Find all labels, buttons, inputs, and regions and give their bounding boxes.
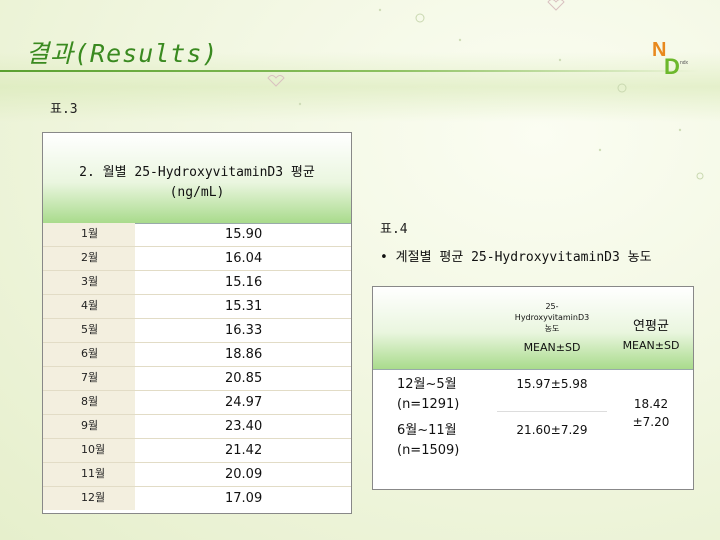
page-title: 결과(Results): [26, 39, 219, 68]
value-cell: 15.90: [225, 227, 263, 242]
table-row: 12월 17.09: [43, 487, 351, 511]
month-cell: 3월: [43, 271, 135, 294]
period-cell: 12월~5월 (n=1291): [397, 375, 459, 415]
column-header-line1: 25-: [545, 302, 559, 311]
table-row: 5월 16.33: [43, 319, 351, 343]
table-row: 8월 24.97: [43, 391, 351, 415]
seasonal-value-cell: 21.60±7.29: [516, 423, 588, 437]
month-cell: 1월: [43, 223, 135, 246]
month-cell: 12월: [43, 487, 135, 510]
logo-small-text: ndx: [680, 60, 689, 66]
value-cell: 16.04: [225, 251, 263, 266]
month-cell: 9월: [43, 415, 135, 438]
title-underline: [0, 70, 700, 72]
month-cell: 7월: [43, 367, 135, 390]
value-cell: 23.40: [225, 419, 263, 434]
month-cell: 8월: [43, 391, 135, 414]
table3-caption: 표.3: [50, 102, 78, 117]
column-sub-header: MEAN±SD: [523, 341, 581, 354]
value-cell: 18.86: [225, 347, 263, 362]
monthly-vitd-table: 2. 월별 25-HydroxyvitaminD3 평균 (ng/mL) 1월 1…: [42, 132, 352, 514]
period-count: (n=1291): [397, 397, 460, 412]
logo-letter-d: D: [664, 54, 680, 76]
seasonal-heading: • 계절별 평균 25-HydroxyvitaminD3 농도: [380, 250, 652, 265]
table-row: 4월 15.31: [43, 295, 351, 319]
value-cell: 24.97: [225, 395, 263, 410]
month-cell: 4월: [43, 295, 135, 318]
period-label: 12월~5월: [397, 377, 457, 392]
value-cell: 20.09: [225, 467, 263, 482]
table-row: 7월 20.85: [43, 367, 351, 391]
nd-logo: N D ndx: [652, 39, 689, 76]
value-cell: 16.33: [225, 323, 263, 338]
month-cell: 2월: [43, 247, 135, 270]
annual-header: 연평균: [633, 319, 669, 334]
annual-value-cell: 18.42 ±7.20: [609, 395, 693, 431]
monthly-table-title: 2. 월별 25-HydroxyvitaminD3 평균: [79, 165, 315, 180]
annual-sd: ±7.20: [632, 415, 670, 429]
annual-mean: 18.42: [633, 397, 669, 411]
month-cell: 5월: [43, 319, 135, 342]
period-cell: 6월~11월 (n=1509): [397, 421, 459, 461]
table-row: 3월 15.16: [43, 271, 351, 295]
table-row: 11월 20.09: [43, 463, 351, 487]
seasonal-vitd-table: 25- HydroxyvitaminD3 농도 MEAN±SD 연평균 MEAN…: [372, 286, 694, 490]
table4-caption: 표.4: [380, 222, 408, 237]
table-row: 6월 18.86: [43, 343, 351, 367]
monthly-table-header: 2. 월별 25-HydroxyvitaminD3 평균 (ng/mL): [43, 133, 351, 224]
seasonal-value-cell: 15.97±5.98: [516, 377, 588, 391]
column-header-line3: 농도: [544, 324, 560, 333]
period-label: 6월~11월: [397, 423, 457, 438]
value-cell: 20.85: [225, 371, 263, 386]
value-cell: 15.16: [225, 275, 263, 290]
monthly-table-unit: (ng/mL): [169, 185, 225, 200]
seasonal-table-header: 25- HydroxyvitaminD3 농도 MEAN±SD 연평균 MEAN…: [373, 287, 693, 370]
table-row: 9월 23.40: [43, 415, 351, 439]
column-header-line2: HydroxyvitaminD3: [514, 313, 590, 322]
table-row: 10월 21.42: [43, 439, 351, 463]
value-cell: 21.42: [225, 443, 263, 458]
row-divider: [497, 411, 607, 412]
period-count: (n=1509): [397, 443, 460, 458]
month-cell: 6월: [43, 343, 135, 366]
annual-sub-header: MEAN±SD: [622, 339, 680, 352]
value-cell: 17.09: [225, 491, 263, 506]
value-cell: 15.31: [225, 299, 263, 314]
table-row: 2월 16.04: [43, 247, 351, 271]
month-cell: 11월: [43, 463, 135, 486]
month-cell: 10월: [43, 439, 135, 462]
table-row: 1월 15.90: [43, 223, 351, 247]
